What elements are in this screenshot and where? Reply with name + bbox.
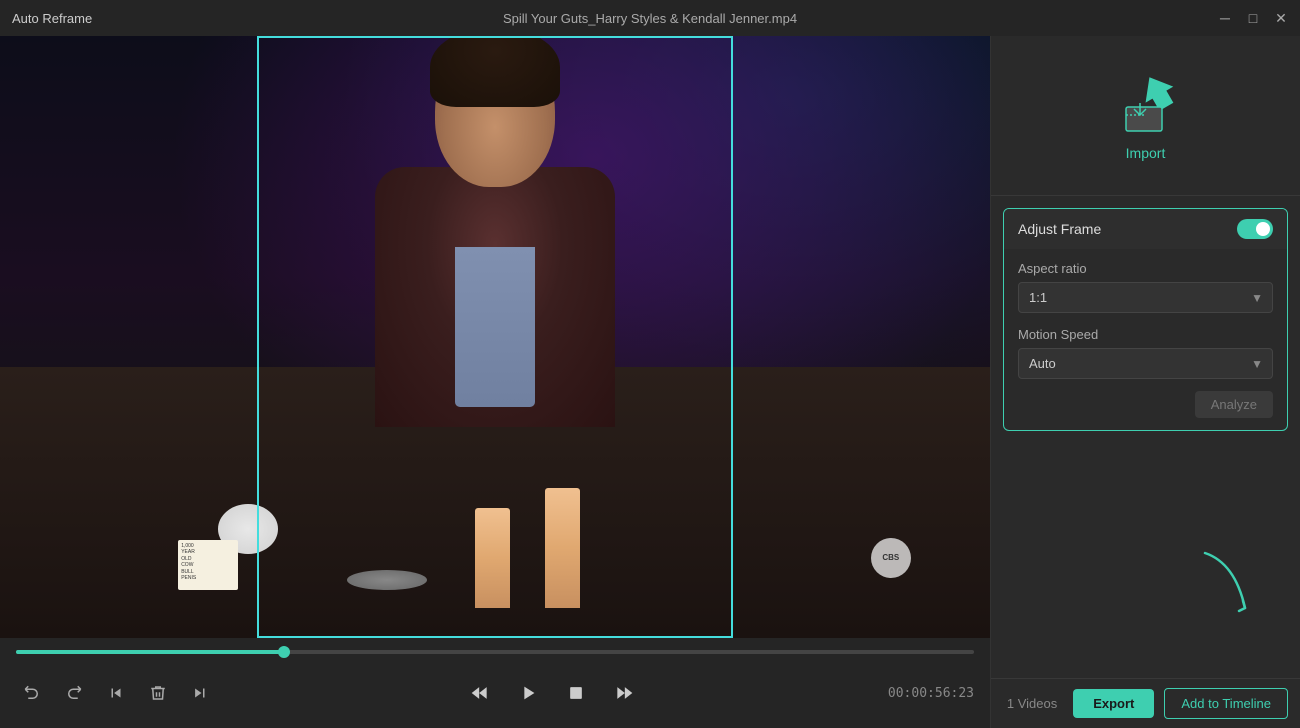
video-panel: 1,000 YEAR OLD COW BULL PENIS CBS [0, 36, 990, 728]
motion-speed-setting: Motion Speed Auto Slow Default Fast ▼ [1018, 327, 1273, 379]
shirt [455, 247, 535, 407]
app-name: Auto Reframe [12, 11, 92, 26]
stop-button[interactable] [558, 675, 594, 711]
play-button[interactable] [510, 675, 546, 711]
aspect-ratio-select[interactable]: 1:1 9:16 4:5 16:9 Custom [1018, 282, 1273, 313]
minimize-button[interactable]: ─ [1218, 11, 1232, 25]
timecode: 00:00:56:23 [888, 686, 974, 701]
analyze-button[interactable]: Analyze [1195, 391, 1273, 418]
controls-row: 00:00:56:23 [16, 658, 974, 728]
aspect-ratio-label: Aspect ratio [1018, 261, 1273, 276]
import-icon-wrapper [1116, 71, 1176, 131]
main-layout: 1,000 YEAR OLD COW BULL PENIS CBS [0, 36, 1300, 728]
video-frame: 1,000 YEAR OLD COW BULL PENIS CBS [0, 36, 990, 638]
motion-speed-label: Motion Speed [1018, 327, 1273, 342]
cbs-watermark: CBS [871, 538, 911, 578]
progress-bar-fill [16, 650, 284, 654]
undo-button[interactable] [16, 677, 48, 709]
settings-content: Aspect ratio 1:1 9:16 4:5 16:9 Custom ▼ [1004, 249, 1287, 391]
jacket [375, 167, 615, 427]
motion-speed-select[interactable]: Auto Slow Default Fast [1018, 348, 1273, 379]
toggle-knob [1256, 222, 1270, 236]
skip-to-end-button[interactable] [184, 677, 216, 709]
progress-bar-container[interactable] [16, 638, 974, 658]
window-controls: ─ □ ✕ [1218, 11, 1288, 25]
right-spacer [991, 443, 1300, 678]
video-container[interactable]: 1,000 YEAR OLD COW BULL PENIS CBS [0, 36, 990, 638]
title-bar: Auto Reframe Spill Your Guts_Harry Style… [0, 0, 1300, 36]
maximize-button[interactable]: □ [1246, 11, 1260, 25]
bottom-action-bar: 1 Videos Export Add to Timeline [991, 678, 1300, 728]
aspect-ratio-setting: Aspect ratio 1:1 9:16 4:5 16:9 Custom ▼ [1018, 261, 1273, 313]
adjust-frame-header: Adjust Frame [1004, 209, 1287, 249]
export-button[interactable]: Export [1073, 689, 1154, 718]
right-panel: Import Adjust Frame Aspect ratio 1:1 9:1… [990, 36, 1300, 728]
table-plate [347, 570, 427, 590]
adjust-frame-toggle[interactable] [1237, 219, 1273, 239]
delete-button[interactable] [142, 677, 174, 709]
videos-count: 1 Videos [1007, 696, 1057, 711]
close-button[interactable]: ✕ [1274, 11, 1288, 25]
person-figure [365, 147, 625, 427]
aspect-ratio-wrapper: 1:1 9:16 4:5 16:9 Custom ▼ [1018, 282, 1273, 313]
motion-speed-wrapper: Auto Slow Default Fast ▼ [1018, 348, 1273, 379]
progress-bar-thumb[interactable] [278, 646, 290, 658]
import-label: Import [1126, 145, 1166, 161]
prev-frame-button[interactable] [462, 675, 498, 711]
skip-to-start-button[interactable] [100, 677, 132, 709]
table-sign: 1,000 YEAR OLD COW BULL PENIS [178, 540, 238, 590]
progress-bar-track[interactable] [16, 650, 974, 654]
next-frame-button[interactable] [606, 675, 642, 711]
import-section[interactable]: Import [991, 36, 1300, 196]
adjust-frame-section: Adjust Frame Aspect ratio 1:1 9:16 4:5 1… [1003, 208, 1288, 431]
adjust-frame-title: Adjust Frame [1018, 221, 1101, 237]
analyze-section: Analyze [1004, 391, 1287, 430]
video-controls: 00:00:56:23 [0, 638, 990, 728]
video-content: 1,000 YEAR OLD COW BULL PENIS CBS [0, 36, 990, 638]
filename: Spill Your Guts_Harry Styles & Kendall J… [503, 11, 797, 26]
add-to-timeline-button[interactable]: Add to Timeline [1164, 688, 1288, 719]
ctrl-group-center [216, 675, 888, 711]
table-sign-text: 1,000 YEAR OLD COW BULL PENIS [178, 540, 238, 585]
head [435, 37, 555, 187]
hair [430, 36, 560, 107]
candle-2 [545, 488, 580, 608]
ctrl-group-left [16, 677, 216, 709]
arrow-annotation [1185, 543, 1265, 623]
candle-1 [475, 508, 510, 608]
redo-button[interactable] [58, 677, 90, 709]
import-icon [1116, 71, 1176, 136]
